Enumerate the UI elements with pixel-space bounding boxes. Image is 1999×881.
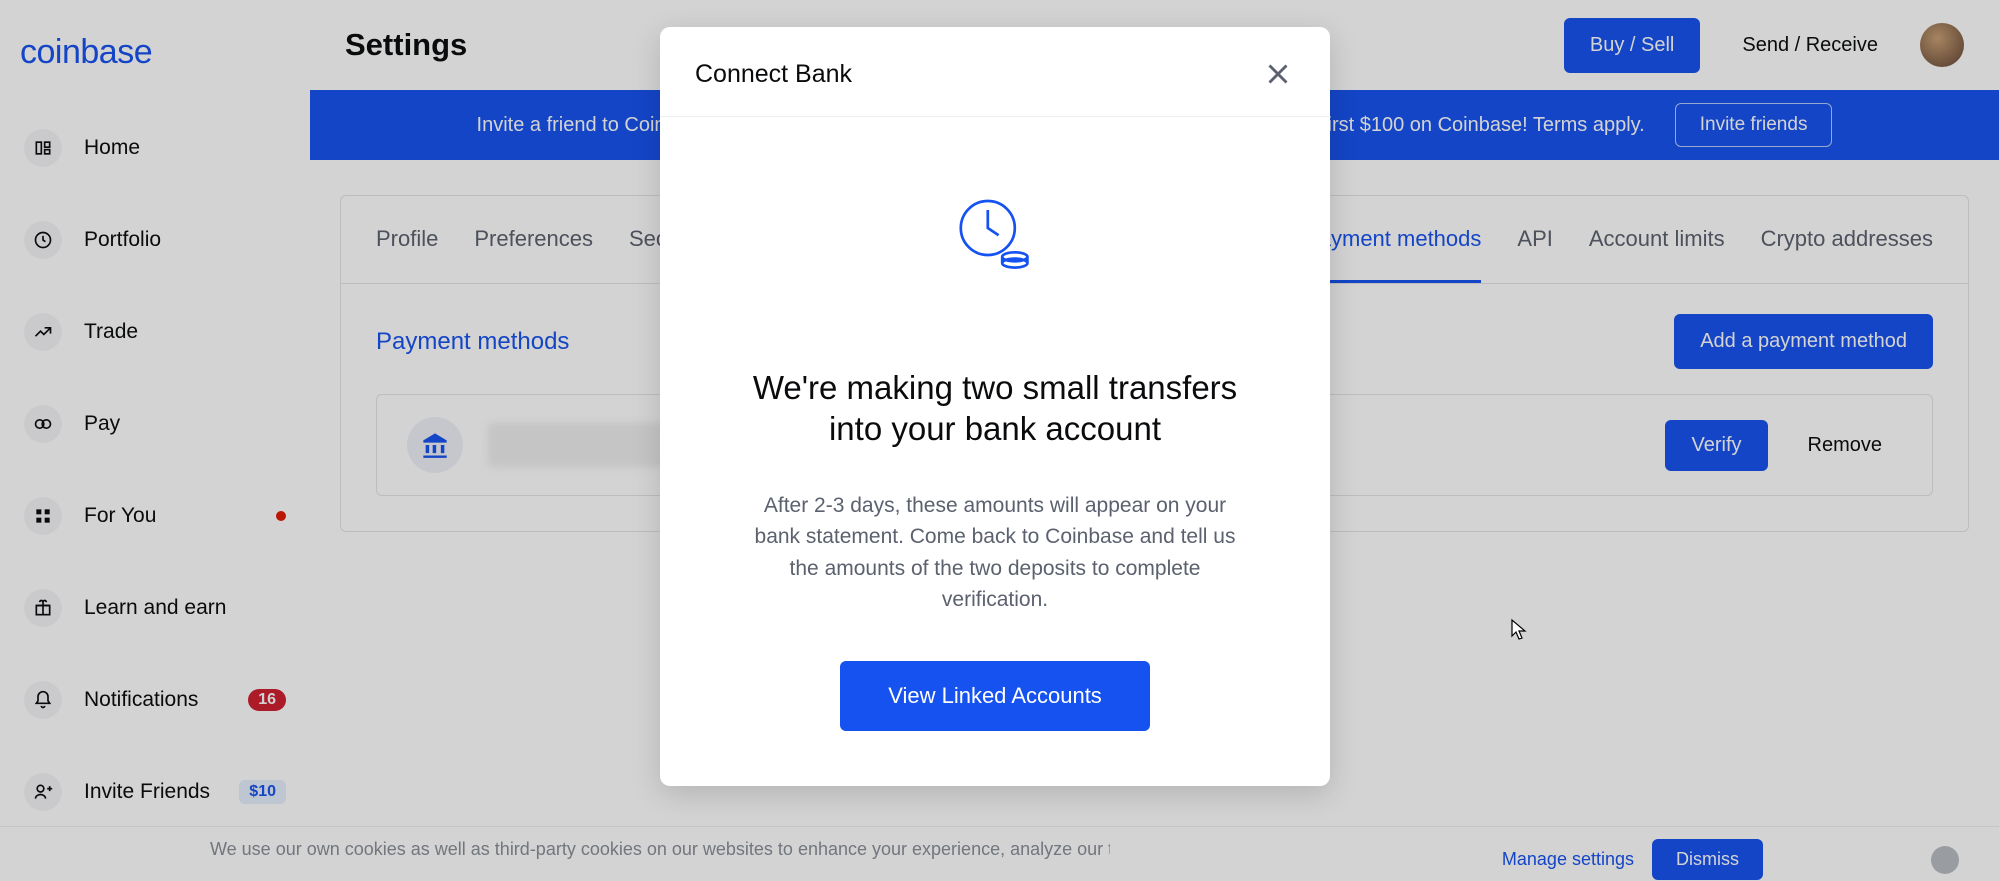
modal-heading: We're making two small transfers into yo… [720, 367, 1270, 450]
connect-bank-modal: Connect Bank We're making two small tran… [660, 27, 1330, 786]
clock-coins-icon [935, 177, 1055, 297]
close-icon[interactable] [1261, 57, 1295, 91]
modal-title: Connect Bank [695, 60, 852, 89]
modal-description: After 2-3 days, these amounts will appea… [720, 490, 1270, 616]
view-linked-accounts-button[interactable]: View Linked Accounts [840, 661, 1150, 731]
